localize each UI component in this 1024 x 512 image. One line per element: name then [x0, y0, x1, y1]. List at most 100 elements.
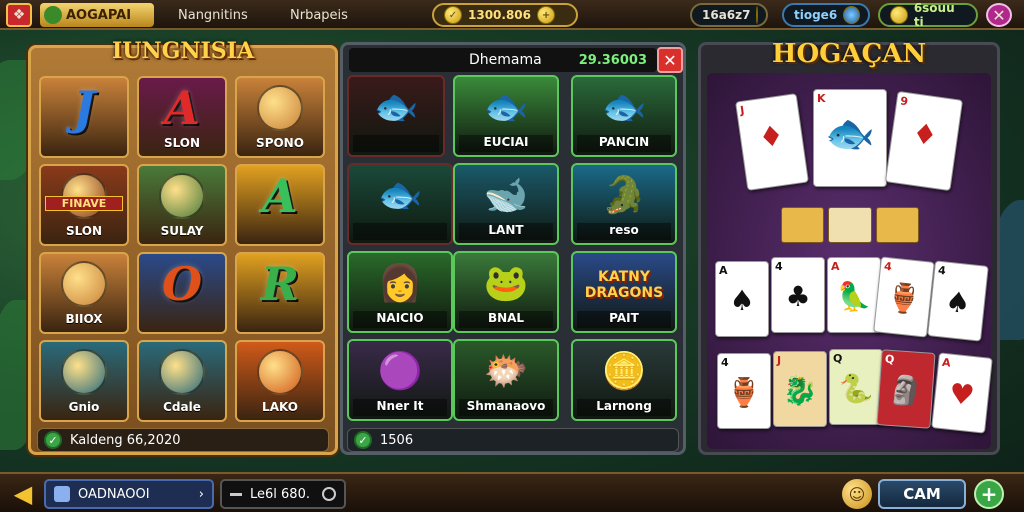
playing-card[interactable]: 4 🏺	[873, 256, 935, 338]
left-game-tile[interactable]: SULAY	[137, 164, 227, 246]
left-game-tile[interactable]: FINAVE SLON	[39, 164, 129, 246]
mid-status-bar: ✓ 1506	[347, 428, 679, 452]
game-logo[interactable]: AOGAPAI	[40, 3, 154, 27]
left-panel-title: IUNGNISIA	[111, 38, 255, 64]
creature-icon: 🐋	[483, 175, 529, 217]
playing-card[interactable]: Q 🗿	[876, 349, 936, 429]
bonus-tile[interactable]	[875, 207, 919, 243]
close-icon[interactable]: ✕	[657, 47, 683, 73]
tile-art: 🐟	[349, 77, 443, 138]
playing-card[interactable]: 4 🏺	[717, 353, 771, 429]
tab-nangnitins[interactable]: Nangnitins	[178, 3, 248, 27]
tab-nrbapeis[interactable]: Nrbapeis	[290, 3, 348, 27]
playing-card[interactable]: 4 ♠	[927, 260, 989, 342]
tile-art: A	[139, 78, 225, 139]
tile-label: Gnio	[68, 400, 100, 414]
add-coin-icon[interactable]: +	[537, 6, 556, 24]
tile-art: 🐸	[455, 253, 557, 314]
account-icon	[54, 486, 70, 502]
gift-icon[interactable]: ❖	[6, 3, 32, 27]
creature-icon: 🐟	[373, 87, 419, 129]
cam-button[interactable]: CAM	[878, 479, 966, 509]
left-game-tile[interactable]: O	[137, 252, 227, 334]
character-icon	[61, 261, 107, 308]
tile-art	[41, 254, 127, 315]
emoji-icon[interactable]: ☺	[842, 479, 872, 509]
creature-icon: 🐟	[377, 175, 423, 217]
check-icon: ✓	[44, 431, 62, 449]
playing-card[interactable]: 4 ♣	[771, 257, 825, 333]
left-game-tile[interactable]: Cdale	[137, 340, 227, 422]
left-game-tile[interactable]: J	[39, 76, 129, 158]
mid-game-tile[interactable]: 🐡 Shmanaovo	[453, 339, 559, 421]
tile-art	[237, 342, 323, 403]
creature-icon: 🐟	[483, 87, 529, 129]
tile-label	[45, 136, 123, 153]
mid-game-tile[interactable]: 🐸 BNAL	[453, 251, 559, 333]
playing-card[interactable]: A 🦜	[827, 257, 881, 333]
tile-label	[143, 312, 221, 329]
tile-label: SLON	[163, 136, 201, 150]
tile-label: BIIOX	[65, 312, 103, 326]
account-selector[interactable]: OADNAOOI ›	[44, 479, 214, 509]
tile-art: 🐊	[573, 165, 675, 226]
mid-game-tile[interactable]: 🐟 EUCIAI	[453, 75, 559, 157]
creature-icon: 🐸	[483, 263, 529, 305]
tile-label: Shmanaovo	[459, 399, 553, 416]
left-game-tile[interactable]: BIIOX	[39, 252, 129, 334]
creature-icon: 🟣	[377, 351, 423, 393]
mid-game-tile[interactable]: 🟣 Nner It	[347, 339, 453, 421]
tile-art	[41, 342, 127, 403]
mid-game-tile[interactable]: 🐊 reso	[571, 163, 677, 245]
tile-art: 🐋	[455, 165, 557, 226]
tile-art: 🐡	[455, 341, 557, 402]
tile-label: PAIT	[577, 311, 671, 328]
tile-label: SPONO	[256, 136, 304, 150]
playing-card[interactable]: 9 ♦	[884, 90, 964, 192]
character-icon	[257, 349, 303, 396]
left-game-tile[interactable]: Gnio	[39, 340, 129, 422]
playing-card[interactable]: A ♥	[931, 352, 993, 434]
code-value: Le6l 680.	[250, 486, 310, 502]
playing-card[interactable]: A ♠	[715, 261, 769, 337]
tile-art: 🟣	[349, 341, 451, 402]
tile-label	[353, 135, 439, 152]
character-icon	[159, 349, 205, 396]
add-icon[interactable]: +	[974, 479, 1004, 509]
counter-2-value: tioge6	[794, 8, 838, 22]
playing-card[interactable]: J 🐉	[773, 351, 827, 427]
mid-game-tile[interactable]: 🐟	[347, 75, 445, 157]
mid-game-tile[interactable]: 🐟	[347, 163, 453, 245]
globe-icon	[843, 6, 860, 24]
bottom-bar: ◀ OADNAOOI › Le6l 680. ☺ CAM +	[0, 472, 1024, 512]
mid-game-tile[interactable]: KATNY DRAGONS PAIT	[571, 251, 677, 333]
left-game-tile[interactable]: R	[235, 252, 325, 334]
close-icon[interactable]: ✕	[986, 3, 1012, 27]
tile-label	[241, 224, 319, 241]
tile-glyph: O	[161, 257, 203, 312]
left-game-tile[interactable]: A SLON	[137, 76, 227, 158]
playing-card[interactable]: J ♦	[735, 93, 809, 191]
tile-label: NAICIO	[353, 311, 447, 328]
bonus-tile[interactable]	[781, 207, 825, 243]
mid-game-tile[interactable]: 🐟 PANCIN	[571, 75, 677, 157]
playing-card[interactable]: Q 🐍	[829, 349, 883, 425]
tile-label: SULAY	[160, 224, 204, 238]
tile-glyph: A	[164, 81, 200, 136]
counter-1-value: 16a6z7	[702, 8, 751, 22]
tile-art: 🐟	[349, 165, 451, 226]
mid-game-tile[interactable]: 🐋 LANT	[453, 163, 559, 245]
mid-game-tile[interactable]: 🪙 Larnong	[571, 339, 677, 421]
left-game-tile[interactable]: A	[235, 164, 325, 246]
tile-label: reso	[577, 223, 671, 240]
back-arrow-icon[interactable]: ◀	[8, 479, 38, 509]
left-game-tile[interactable]: SPONO	[235, 76, 325, 158]
tile-label	[241, 312, 319, 329]
bonus-tile[interactable]	[828, 207, 872, 243]
tile-banner: KATNY DRAGONS	[584, 269, 664, 301]
tile-label: LAKO	[262, 400, 298, 414]
mid-game-tile[interactable]: 👩 NAICIO	[347, 251, 453, 333]
left-game-tile[interactable]: LAKO	[235, 340, 325, 422]
dash-icon	[230, 492, 242, 496]
playing-card[interactable]: K 🐟	[813, 89, 887, 187]
